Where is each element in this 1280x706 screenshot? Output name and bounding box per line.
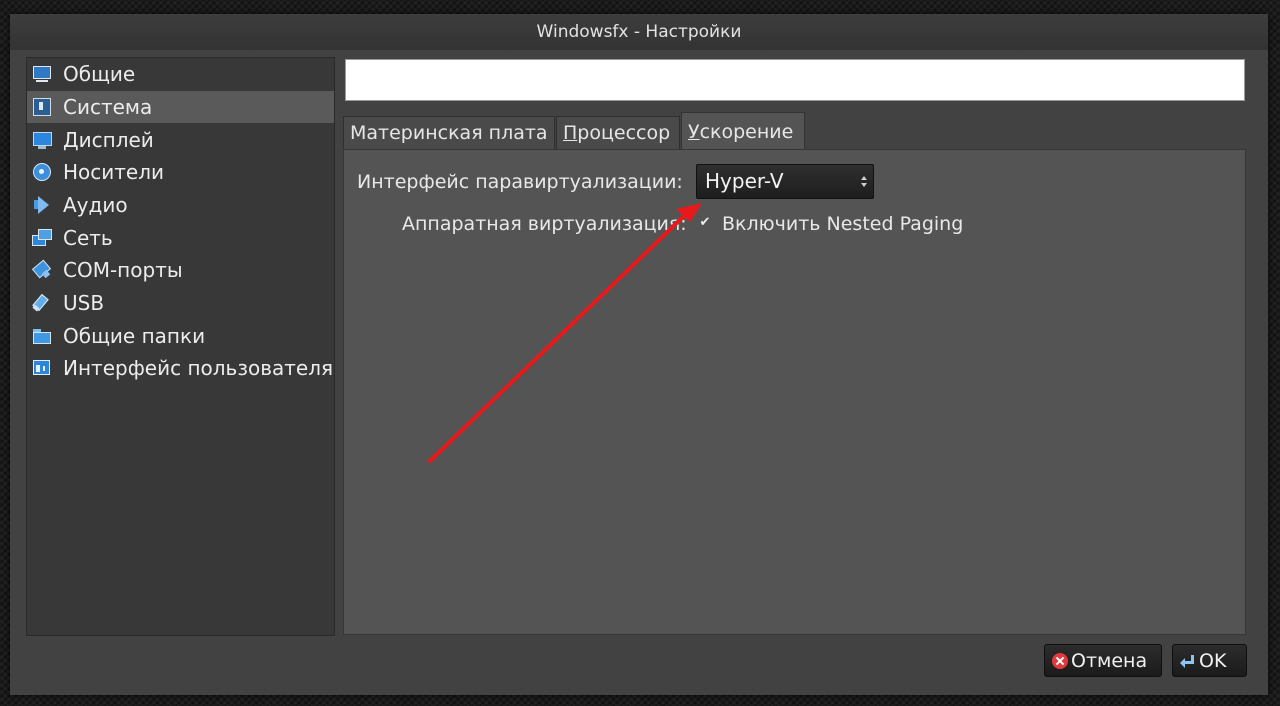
nested-paging-label[interactable]: Включить Nested Paging <box>722 213 963 235</box>
sidebar-item-display[interactable]: Дисплей <box>27 124 334 156</box>
settings-window: Windowsfx - Настройки Общие Система Дисп… <box>10 14 1268 695</box>
hw-virtualization-label: Аппаратная виртуализация: <box>402 213 687 235</box>
sidebar-item-label: Аудио <box>63 193 128 217</box>
sidebar-item-label: Общие <box>63 62 136 86</box>
tab-label: Материнская плата <box>350 122 548 144</box>
sidebar-item-usb[interactable]: USB <box>27 287 334 319</box>
user-interface-icon <box>32 358 52 378</box>
tab-acceleration[interactable]: Ускорение <box>681 112 805 150</box>
sidebar-item-general[interactable]: Общие <box>27 58 334 90</box>
tab-motherboard[interactable]: Материнская плата <box>343 116 555 149</box>
nested-paging-checkbox[interactable]: ✔ <box>698 216 712 230</box>
enter-arrow-icon <box>1180 653 1196 669</box>
display-icon <box>32 130 52 150</box>
chip-icon <box>32 97 52 117</box>
sidebar-item-label: Интерфейс пользователя <box>63 356 334 380</box>
sidebar-item-user-interface[interactable]: Интерфейс пользователя <box>27 352 334 384</box>
sidebar-item-label: Общие папки <box>63 324 206 348</box>
monitor-icon <box>32 64 52 84</box>
sidebar-item-label: Система <box>63 95 153 119</box>
sidebar-item-audio[interactable]: Аудио <box>27 189 334 221</box>
sidebar-item-com-ports[interactable]: COM-порты <box>27 254 334 286</box>
sidebar-item-label: Носители <box>63 160 165 184</box>
cancel-icon <box>1052 652 1068 669</box>
paravirt-interface-label: Интерфейс паравиртуализации: <box>357 171 683 193</box>
cancel-button-label: Отмена <box>1071 649 1148 672</box>
sidebar-item-network[interactable]: Сеть <box>27 222 334 254</box>
paravirt-interface-select[interactable]: Hyper-V <box>696 164 874 199</box>
folder-icon <box>32 326 52 346</box>
sidebar-item-system[interactable]: Система <box>27 91 334 123</box>
tab-label: Ускорение <box>688 121 794 143</box>
settings-sidebar: Общие Система Дисплей Носители Аудио Сет… <box>26 57 335 636</box>
tab-label: Процессор <box>563 122 671 144</box>
serial-port-icon <box>32 260 52 280</box>
paravirt-interface-value: Hyper-V <box>705 169 784 193</box>
sidebar-item-shared-folders[interactable]: Общие папки <box>27 320 334 352</box>
sidebar-item-label: USB <box>63 291 105 315</box>
sidebar-item-label: Дисплей <box>63 128 154 152</box>
network-icon <box>32 228 52 248</box>
updown-arrows-icon <box>860 173 868 189</box>
usb-icon <box>32 293 52 313</box>
sidebar-item-storage[interactable]: Носители <box>27 156 334 188</box>
section-header-field <box>345 59 1245 101</box>
ok-button-label: OK <box>1199 649 1227 672</box>
ok-button[interactable]: OK <box>1172 644 1247 677</box>
sidebar-item-label: Сеть <box>63 226 113 250</box>
tab-processor[interactable]: Процессор <box>556 116 680 149</box>
cancel-button[interactable]: Отмена <box>1044 644 1162 677</box>
disk-icon <box>32 162 52 182</box>
acceleration-panel: Интерфейс паравиртуализации: Hyper-V Апп… <box>343 149 1246 635</box>
window-title: Windowsfx - Настройки <box>10 14 1268 50</box>
sidebar-item-label: COM-порты <box>63 258 183 282</box>
speaker-icon <box>32 195 52 215</box>
